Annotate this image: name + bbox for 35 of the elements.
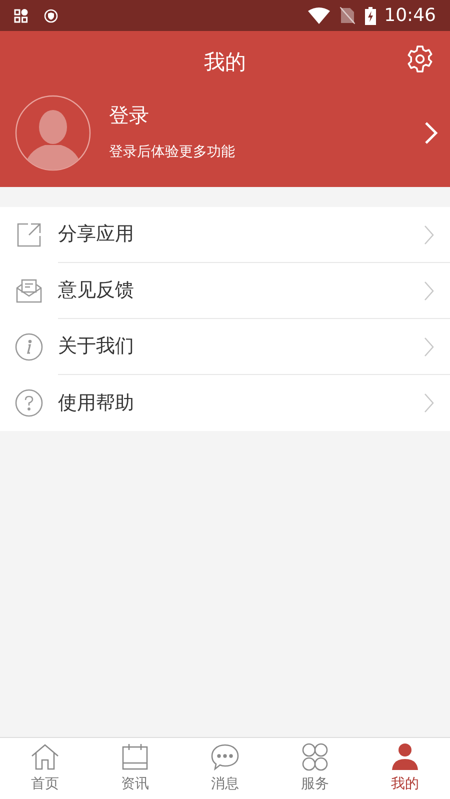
chevron-right-icon (424, 280, 434, 300)
person-icon (390, 743, 420, 771)
menu-item[interactable]: 关于我们 (0, 319, 450, 375)
nav-tab[interactable]: 首页 (0, 738, 90, 799)
chevron-right-icon (424, 121, 438, 145)
help-icon (15, 389, 43, 417)
menu-item[interactable]: 意见反馈 (0, 263, 450, 319)
nav-tab[interactable]: 我的 (360, 738, 450, 799)
shield-icon (44, 8, 58, 22)
share-icon (16, 222, 42, 248)
avatar-icon (15, 95, 91, 171)
app-grid-icon (14, 8, 28, 22)
chevron-right-icon (424, 336, 434, 356)
menu-item[interactable]: 使用帮助 (0, 375, 450, 431)
chat-bubble-icon (210, 743, 240, 771)
no-sim-icon (340, 7, 356, 24)
battery-icon (365, 6, 376, 24)
login-row[interactable]: 登录 登录后体验更多功能 (0, 93, 450, 173)
four-circles-icon (300, 743, 330, 771)
info-icon (15, 333, 43, 361)
home-icon (30, 743, 60, 771)
nav-tab[interactable]: 消息 (180, 738, 270, 799)
login-title: 登录 (109, 103, 150, 128)
menu-item[interactable]: 分享应用 (0, 207, 450, 263)
wifi-icon (308, 7, 330, 24)
calendar-icon (120, 743, 150, 771)
settings-icon[interactable] (405, 44, 435, 74)
envelope-icon (16, 278, 42, 304)
nav-tab[interactable]: 资讯 (90, 738, 180, 799)
login-hint: 登录后体验更多功能 (109, 143, 236, 162)
chevron-right-icon (424, 224, 434, 244)
nav-tab[interactable]: 服务 (270, 738, 360, 799)
chevron-right-icon (424, 393, 434, 413)
clock: 10:46 (384, 6, 436, 24)
page-title: 我的 (204, 49, 246, 76)
